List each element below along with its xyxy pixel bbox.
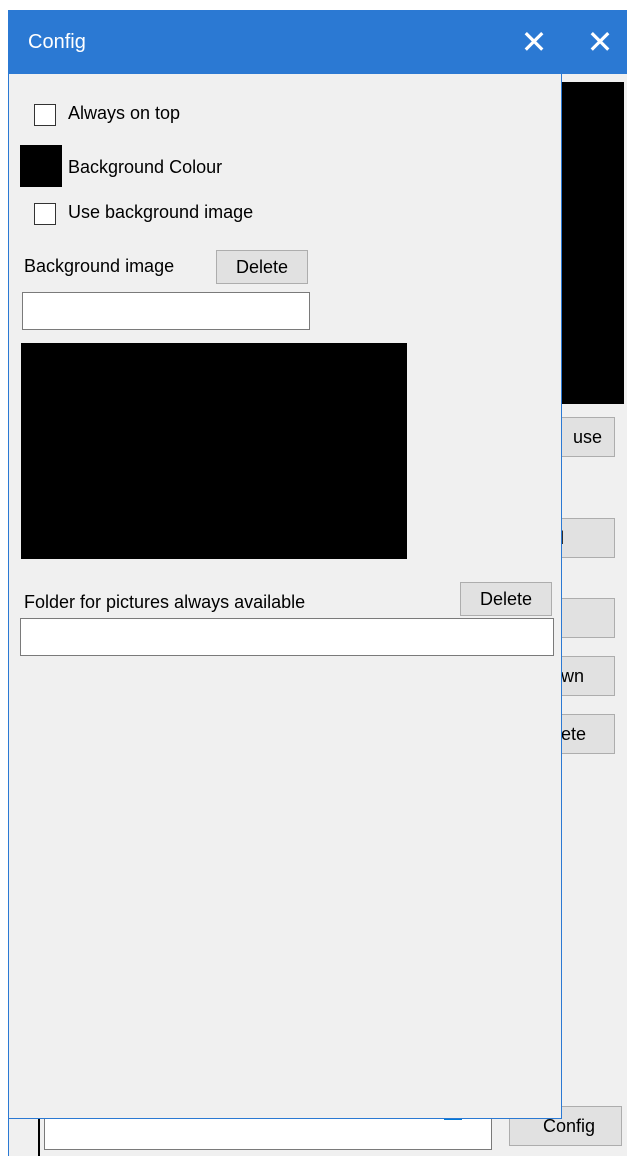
delete-item-button-label: ete: [560, 724, 586, 744]
background-image-delete-button[interactable]: Delete: [216, 250, 308, 284]
config-titlebar[interactable]: [8, 10, 562, 74]
background-window-input[interactable]: [44, 1116, 492, 1150]
folder-path-input[interactable]: [20, 618, 554, 656]
close-icon[interactable]: ✕: [512, 22, 556, 62]
background-image-path-input[interactable]: [22, 292, 310, 330]
background-window-divider: [38, 1116, 40, 1156]
folder-delete-button[interactable]: Delete: [460, 582, 552, 616]
background-image-label: Background image: [24, 256, 175, 276]
config-title: Config: [28, 31, 86, 53]
background-colour-swatch[interactable]: [20, 145, 62, 187]
folder-label: Folder for pictures always available: [24, 592, 306, 612]
browse-button-label: use: [572, 427, 602, 447]
move-down-button-label: wn: [560, 666, 584, 686]
use-background-image-checkbox[interactable]: [34, 203, 56, 225]
always-on-top-checkbox[interactable]: [34, 104, 56, 126]
background-colour-label: Background Colour: [68, 157, 223, 177]
background-image-preview: [21, 343, 407, 559]
always-on-top-label: Always on top: [68, 103, 181, 123]
background-window-close-icon[interactable]: ✕: [580, 24, 620, 60]
use-background-image-label: Use background image: [68, 202, 254, 222]
